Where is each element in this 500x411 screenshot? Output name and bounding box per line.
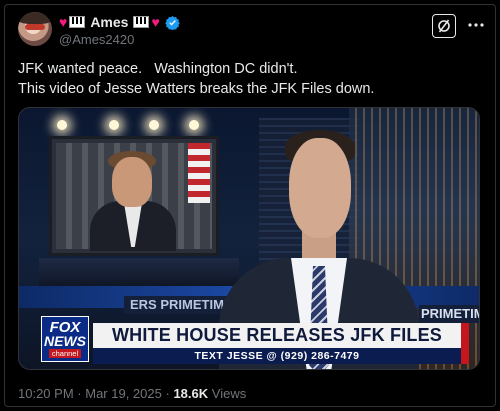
network-logo: FOX NEWS channel: [41, 316, 89, 362]
meta-separator: ·: [165, 386, 170, 401]
studio-light: [57, 120, 67, 130]
more-icon: [468, 23, 484, 27]
meta-separator: ·: [77, 386, 82, 401]
flag-graphic: [188, 143, 210, 203]
studio-monitor: [49, 136, 219, 256]
tweet-body: JFK wanted peace. Washington DC didn't. …: [18, 59, 478, 99]
chyron-accent: [461, 323, 469, 364]
author-handle[interactable]: @Ames2420: [59, 32, 134, 47]
portrait-head: [112, 157, 152, 207]
avatar-hair: [18, 12, 52, 24]
avatar-glasses: [25, 24, 45, 30]
views-count: 18.6K: [173, 386, 209, 401]
piano-keys-icon: [69, 16, 86, 28]
monitor-base: [39, 258, 239, 286]
heart-icon: ♥: [151, 14, 160, 30]
tweet-line-2: This video of Jesse Watters breaks the J…: [18, 81, 375, 97]
grok-button[interactable]: [432, 14, 456, 38]
show-tag-right: PRIMETIME: [419, 305, 479, 323]
network-logo-channel: channel: [48, 348, 82, 358]
author-name-line[interactable]: ♥ Ames ♥: [59, 13, 180, 31]
video-thumbnail[interactable]: ERS PRIMETIME PRIMETIME FOX NEWS channel…: [18, 107, 480, 370]
display-name[interactable]: Ames: [90, 14, 128, 30]
network-logo-news: NEWS: [44, 332, 86, 349]
tweet-timestamp[interactable]: 10:20 PM · Mar 19, 2025 · 18.6K Views: [18, 386, 246, 401]
grok-icon: [438, 19, 450, 33]
piano-keys-icon: [133, 16, 150, 28]
chyron-ticker: TEXT JESSE @ (929) 286-7479: [93, 348, 461, 364]
host-head: [289, 138, 351, 238]
studio-light: [149, 120, 159, 130]
more-options-button[interactable]: [466, 16, 486, 36]
avatar[interactable]: [18, 12, 52, 46]
studio-light: [109, 120, 119, 130]
tweet-line-1: JFK wanted peace. Washington DC didn't.: [18, 61, 298, 77]
chyron-headline: WHITE HOUSE RELEASES JFK FILES: [93, 323, 461, 348]
studio-light: [189, 120, 199, 130]
tweet-time[interactable]: 10:20 PM: [18, 386, 74, 401]
views-label: Views: [211, 386, 247, 401]
heart-icon: ♥: [59, 14, 68, 30]
verified-badge-icon: [165, 15, 180, 30]
tweet-date[interactable]: Mar 19, 2025: [85, 386, 162, 401]
